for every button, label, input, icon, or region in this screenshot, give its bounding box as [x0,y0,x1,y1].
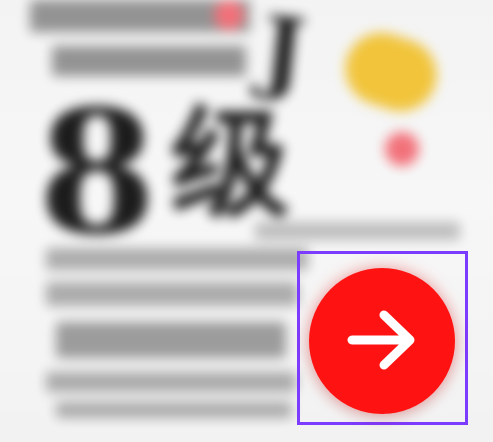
poster-text-line [56,322,286,358]
poster-yellow-shape [336,23,446,121]
poster-text-block [52,46,246,76]
poster-text-line [46,372,296,392]
poster-text-line [46,248,308,270]
screen: J 8 级 [0,0,493,442]
poster-text-line [56,402,292,418]
poster-big-character: 级 [170,94,290,235]
poster-corner-letter: J [256,0,311,106]
poster-text-line [46,282,298,306]
poster-pink-dot [385,132,419,166]
arrow-right-icon [347,310,415,370]
poster-big-number: 8 [38,73,157,273]
poster-pink-dot [214,0,244,30]
poster-text-line [255,222,460,240]
next-button[interactable] [309,268,455,414]
